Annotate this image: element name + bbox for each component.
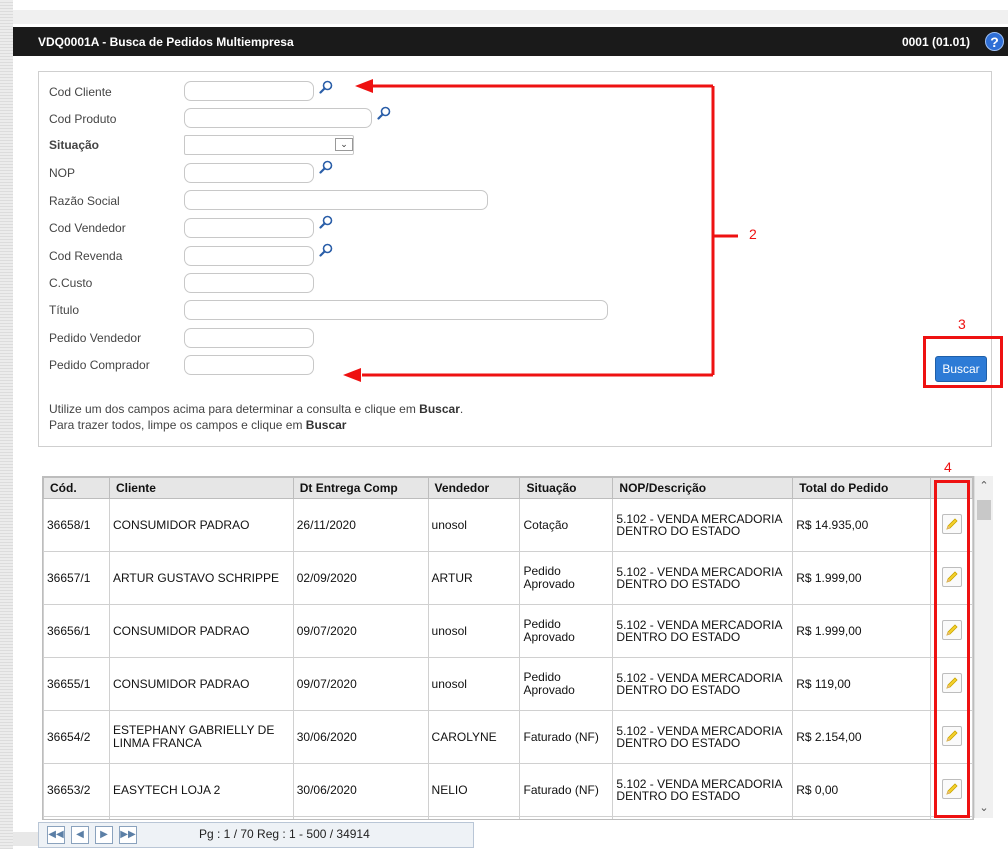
- cell-vendedor: unosol: [427, 657, 521, 711]
- cell-cod: 36655/1: [43, 657, 110, 711]
- results-grid: Cód. Cliente Dt Entrega Comp Vendedor Si…: [42, 476, 974, 820]
- col-situacao[interactable]: Situação: [519, 477, 614, 499]
- grid-scrollbar[interactable]: ⌃ ⌄: [974, 476, 993, 818]
- cell-total: [792, 816, 931, 819]
- cell-cliente: EASYTECH LOJA 2: [108, 763, 294, 817]
- cell-vendedor: [427, 816, 521, 819]
- cell-cod: 36658/1: [43, 498, 110, 552]
- cell-dt: 09/07/2020: [292, 657, 429, 711]
- cell-cod: 36654/2: [43, 710, 110, 764]
- pager-info: Pg : 1 / 70 Reg : 1 - 500 / 34914: [199, 827, 370, 841]
- annotation-2: 2: [749, 226, 757, 242]
- annotation-3: 3: [958, 316, 966, 332]
- col-nop[interactable]: NOP/Descrição: [612, 477, 794, 499]
- cell-nop: 5.102 - VENDA MERCADORIA DENTRO DO ESTAD…: [612, 604, 794, 658]
- table-row[interactable]: ONP (EC) DISTRIB DE: [43, 816, 973, 819]
- scroll-thumb[interactable]: [977, 500, 991, 520]
- scroll-up-icon[interactable]: ⌃: [975, 478, 993, 494]
- cell-vendedor: unosol: [427, 498, 521, 552]
- col-cliente[interactable]: Cliente: [108, 477, 294, 499]
- col-vendedor[interactable]: Vendedor: [427, 477, 521, 499]
- cell-total: R$ 1.999,00: [792, 604, 931, 658]
- cell-situacao: Pedido Aprovado: [519, 604, 614, 658]
- cell-situacao: Pedido Aprovado: [519, 657, 614, 711]
- horizontal-scroll-edge: [13, 832, 38, 846]
- annotation-box-edit: [934, 480, 970, 818]
- cell-cliente: ARTUR GUSTAVO SCHRIPPE: [108, 551, 294, 605]
- col-cod[interactable]: Cód.: [43, 477, 110, 499]
- arrow-head-icon: [355, 79, 373, 93]
- cell-situacao: Pedido Aprovado: [519, 551, 614, 605]
- cell-dt: 26/11/2020: [292, 498, 429, 552]
- cell-nop: 5.102 - VENDA MERCADORIA DENTRO DO ESTAD…: [612, 710, 794, 764]
- cell-cliente: ESTEPHANY GABRIELLY DE LINMA FRANCA: [108, 710, 294, 764]
- cell-situacao: Faturado (NF): [519, 763, 614, 817]
- cell-situacao: Cotação: [519, 498, 614, 552]
- cell-total: R$ 0,00: [792, 763, 931, 817]
- table-row[interactable]: 36656/1 CONSUMIDOR PADRAO 09/07/2020 unosol…: [43, 604, 973, 658]
- cell-dt: 02/09/2020: [292, 551, 429, 605]
- cell-vendedor: ARTUR: [427, 551, 521, 605]
- col-dt-entrega[interactable]: Dt Entrega Comp: [292, 477, 429, 499]
- cell-dt: [292, 816, 429, 819]
- annotation-box-buscar: [923, 336, 1003, 388]
- cell-cliente: CONSUMIDOR PADRAO: [108, 657, 294, 711]
- table-row[interactable]: 36653/2 EASYTECH LOJA 2 30/06/2020 NELIO Fat…: [43, 763, 973, 817]
- cell-situacao: [519, 816, 614, 819]
- cell-total: R$ 1.999,00: [792, 551, 931, 605]
- cell-nop: 5.102 - VENDA MERCADORIA DENTRO DO ESTAD…: [612, 763, 794, 817]
- cell-cod: 36656/1: [43, 604, 110, 658]
- cell-total: R$ 119,00: [792, 657, 931, 711]
- cell-dt: 30/06/2020: [292, 710, 429, 764]
- cell-situacao: Faturado (NF): [519, 710, 614, 764]
- arrow-head-icon: [343, 368, 361, 382]
- cell-cliente: ONP (EC) DISTRIB DE: [108, 816, 294, 819]
- cell-nop: 5.102 - VENDA MERCADORIA DENTRO DO ESTAD…: [612, 498, 794, 552]
- cell-cod: 36657/1: [43, 551, 110, 605]
- cell-vendedor: unosol: [427, 604, 521, 658]
- cell-vendedor: NELIO: [427, 763, 521, 817]
- cell-cod: [43, 816, 110, 819]
- pager: ◀◀ ◀ ▶ ▶▶ Pg : 1 / 70 Reg : 1 - 500 / 34…: [38, 822, 474, 848]
- annotation-4: 4: [944, 459, 952, 475]
- table-header-row: Cód. Cliente Dt Entrega Comp Vendedor Si…: [43, 477, 973, 499]
- cell-cliente: CONSUMIDOR PADRAO: [108, 604, 294, 658]
- scroll-down-icon[interactable]: ⌄: [975, 800, 993, 816]
- table-row[interactable]: 36657/1 ARTUR GUSTAVO SCHRIPPE 02/09/2020 A…: [43, 551, 973, 605]
- next-page-icon[interactable]: ▶: [95, 826, 113, 844]
- cell-nop: [612, 816, 794, 819]
- results-table: Cód. Cliente Dt Entrega Comp Vendedor Si…: [43, 477, 973, 819]
- cell-vendedor: CAROLYNE: [427, 710, 521, 764]
- cell-total: R$ 14.935,00: [792, 498, 931, 552]
- first-page-icon[interactable]: ◀◀: [47, 826, 65, 844]
- cell-dt: 30/06/2020: [292, 763, 429, 817]
- cell-total: R$ 2.154,00: [792, 710, 931, 764]
- cell-dt: 09/07/2020: [292, 604, 429, 658]
- last-page-icon[interactable]: ▶▶: [119, 826, 137, 844]
- prev-page-icon[interactable]: ◀: [71, 826, 89, 844]
- cell-cliente: CONSUMIDOR PADRAO: [108, 498, 294, 552]
- col-total[interactable]: Total do Pedido: [792, 477, 931, 499]
- table-row[interactable]: 36654/2 ESTEPHANY GABRIELLY DE LINMA FRAN…: [43, 710, 973, 764]
- cell-cod: 36653/2: [43, 763, 110, 817]
- table-row[interactable]: 36655/1 CONSUMIDOR PADRAO 09/07/2020 unosol…: [43, 657, 973, 711]
- cell-nop: 5.102 - VENDA MERCADORIA DENTRO DO ESTAD…: [612, 551, 794, 605]
- table-row[interactable]: 36658/1 CONSUMIDOR PADRAO 26/11/2020 unosol…: [43, 498, 973, 552]
- cell-nop: 5.102 - VENDA MERCADORIA DENTRO DO ESTAD…: [612, 657, 794, 711]
